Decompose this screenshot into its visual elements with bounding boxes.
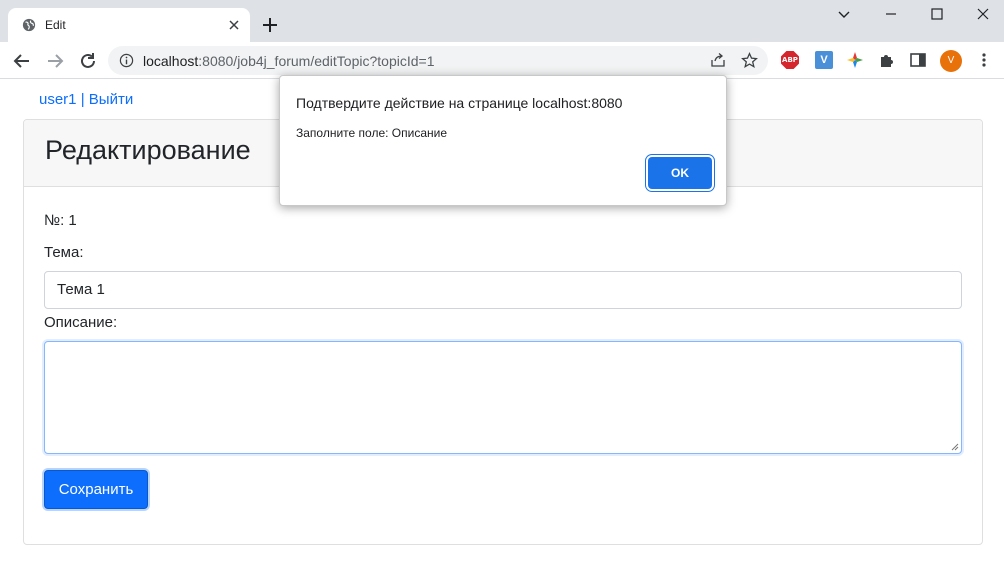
close-icon[interactable] — [226, 17, 242, 33]
reload-icon[interactable] — [78, 51, 98, 71]
dialog-message: Заполните поле: Описание — [296, 126, 447, 140]
maximize-icon[interactable] — [929, 6, 945, 22]
description-label: Описание: — [44, 314, 118, 331]
forward-arrow-icon[interactable] — [45, 51, 65, 71]
adblock-extension-icon[interactable]: ABP — [781, 51, 799, 69]
info-icon[interactable] — [119, 53, 134, 68]
alert-dialog: Подтвердите действие на странице localho… — [279, 75, 727, 206]
tab-title: Edit — [45, 18, 66, 32]
url-host: localhost — [143, 53, 199, 69]
address-bar[interactable]: localhost:8080/job4j_forum/editTopic?top… — [108, 46, 768, 75]
tab-strip: Edit — [0, 0, 1004, 42]
dialog-title: Подтвердите действие на странице localho… — [296, 95, 623, 111]
url-text[interactable]: localhost:8080/job4j_forum/editTopic?top… — [143, 53, 434, 69]
separator: | — [80, 91, 85, 108]
theme-input[interactable]: Тема 1 — [44, 271, 962, 309]
globe-icon — [22, 18, 36, 32]
logout-link[interactable]: Выйти — [89, 91, 133, 108]
menu-dots-icon[interactable] — [975, 51, 993, 69]
ok-button[interactable]: OK — [648, 157, 712, 189]
page-title: Редактирование — [45, 135, 251, 165]
share-icon[interactable] — [710, 52, 726, 68]
theme-label: Тема: — [44, 244, 84, 261]
chevron-down-icon[interactable] — [836, 6, 852, 22]
side-panel-icon[interactable] — [909, 51, 927, 69]
browser-tab[interactable]: Edit — [8, 8, 250, 42]
save-button[interactable]: Сохранить — [44, 470, 148, 509]
resize-grip-icon[interactable] — [951, 443, 959, 451]
user-link[interactable]: user1 — [39, 91, 77, 108]
back-arrow-icon[interactable] — [12, 51, 32, 71]
url-path: :8080/job4j_forum/editTopic?topicId=1 — [198, 53, 435, 69]
v-extension-icon[interactable]: V — [815, 51, 833, 69]
star-icon[interactable] — [741, 52, 758, 69]
topic-number: №: 1 — [44, 212, 77, 229]
description-textarea[interactable] — [44, 341, 962, 454]
user-bar: user1 | Выйти — [39, 91, 133, 108]
minimize-icon[interactable] — [883, 6, 899, 22]
puzzle-icon[interactable] — [878, 51, 896, 69]
profile-avatar[interactable]: V — [940, 50, 962, 72]
browser-toolbar: localhost:8080/job4j_forum/editTopic?top… — [0, 42, 1004, 79]
colorful-extension-icon[interactable] — [846, 51, 864, 69]
new-tab-icon[interactable] — [260, 15, 280, 35]
close-window-icon[interactable] — [975, 6, 991, 22]
